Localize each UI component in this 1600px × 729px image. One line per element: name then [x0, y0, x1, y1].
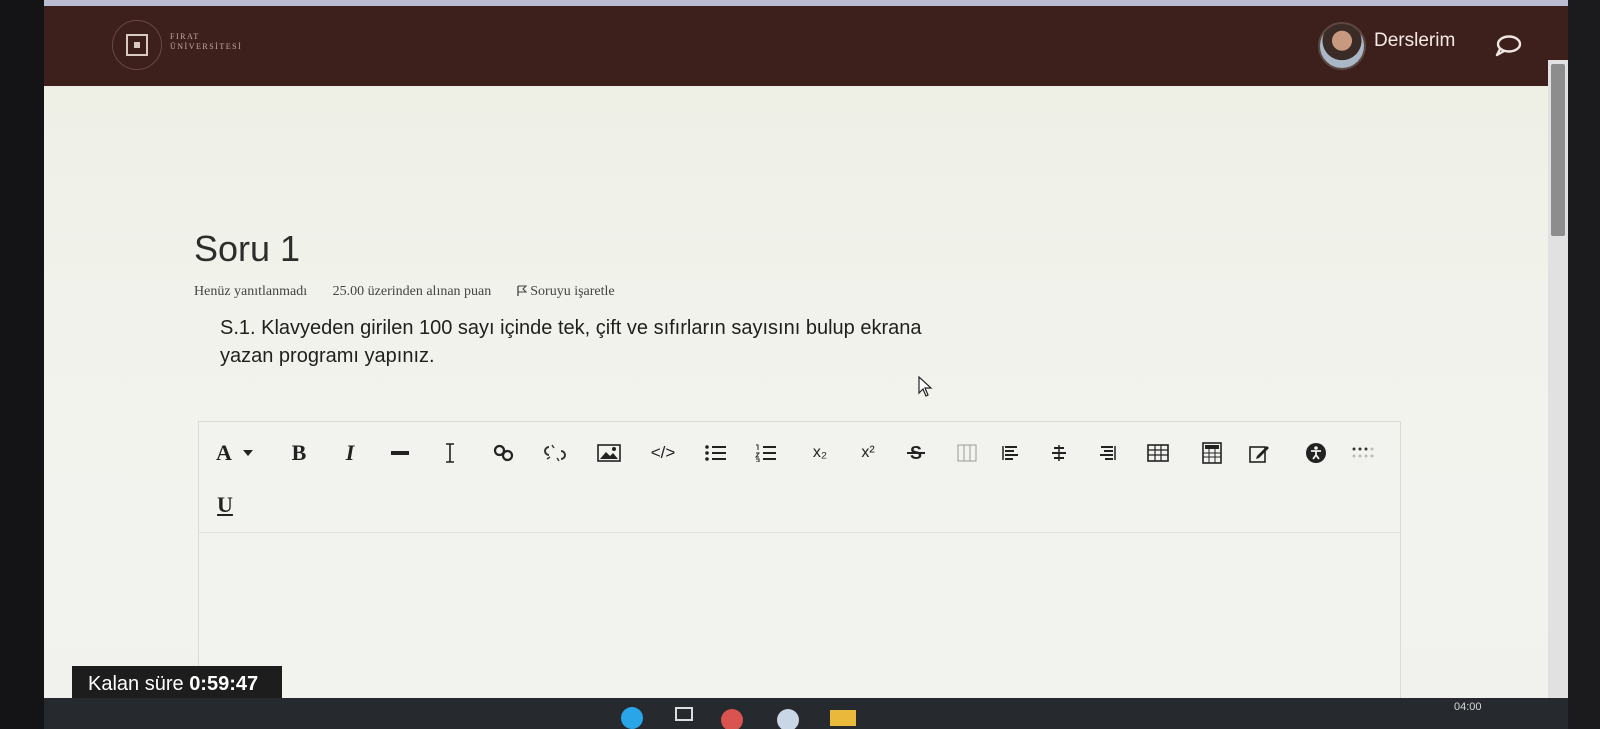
- link-icon: [493, 444, 514, 462]
- bullet-list-button[interactable]: [703, 436, 729, 470]
- numbered-list-icon: [755, 444, 776, 462]
- accessibility-icon: [1306, 443, 1326, 463]
- italic-button[interactable]: I: [339, 436, 361, 470]
- font-style-label: A: [216, 440, 232, 465]
- logo-mark-icon: [126, 34, 148, 56]
- logo-text: FIRAT ÜNİVERSİTESİ: [170, 32, 242, 52]
- answer-editor: A B I </> x₂ x² S U: [198, 421, 1401, 711]
- insert-table-button[interactable]: [1145, 436, 1171, 470]
- html-source-button[interactable]: </>: [647, 436, 679, 470]
- chat-bubble-icon[interactable]: [1494, 34, 1522, 58]
- align-center-button[interactable]: [1047, 436, 1071, 470]
- calculator-icon: [1202, 442, 1222, 464]
- text-cursor-icon: [446, 443, 454, 463]
- browser-app-icon: [621, 707, 643, 729]
- time-remaining-value: 0:59:47: [189, 673, 259, 695]
- bold-button[interactable]: B: [287, 436, 311, 470]
- subscript-button[interactable]: x₂: [807, 436, 833, 470]
- mouse-pointer-icon: [918, 376, 933, 397]
- question-info: Henüz yanıtlanmadı 25.00 üzerinden alına…: [194, 284, 659, 300]
- table-icon: [1147, 444, 1169, 462]
- align-left-icon: [1002, 446, 1018, 460]
- logo-text-line1: FIRAT: [170, 32, 200, 41]
- superscript-button[interactable]: x²: [855, 436, 881, 470]
- accessibility-checker-button[interactable]: [1303, 436, 1329, 470]
- question-text-line2: yazan programı yapınız.: [220, 345, 435, 367]
- question-title: Soru 1: [194, 228, 301, 269]
- shield-app-icon: [777, 709, 799, 729]
- unlink-icon: [544, 444, 566, 462]
- align-right-button[interactable]: [1095, 436, 1119, 470]
- editor-toolbar: A B I </> x₂ x² S U: [199, 422, 1400, 533]
- horizontal-rule-icon: [391, 451, 409, 455]
- logo-text-line2: ÜNİVERSİTESİ: [170, 42, 243, 51]
- top-navbar: FIRAT ÜNİVERSİTESİ Derslerim: [44, 6, 1579, 86]
- question-grade: 25.00 üzerinden alınan puan: [332, 284, 492, 299]
- insert-image-button[interactable]: [595, 436, 623, 470]
- dots-grid-icon: [1352, 447, 1374, 458]
- underline-button[interactable]: U: [211, 488, 239, 522]
- columns-icon: [957, 444, 977, 462]
- folder-app-icon: [830, 710, 856, 726]
- time-remaining: Kalan süre 0:59:47: [72, 666, 282, 702]
- flag-icon: [517, 285, 528, 296]
- time-remaining-label: Kalan süre: [88, 673, 184, 695]
- equation-button[interactable]: [1199, 436, 1225, 470]
- clear-format-button[interactable]: [439, 436, 461, 470]
- columns-button[interactable]: [955, 436, 979, 470]
- align-right-icon: [1100, 446, 1116, 460]
- font-style-button[interactable]: A: [211, 436, 259, 470]
- question-status: Henüz yanıtlanmadı: [194, 284, 308, 299]
- taskbar-app-icons: [621, 707, 856, 729]
- user-avatar[interactable]: [1318, 22, 1366, 70]
- unlink-button[interactable]: [541, 436, 569, 470]
- flag-question-link[interactable]: Soruyu işaretle: [517, 284, 637, 299]
- align-left-button[interactable]: [999, 436, 1023, 470]
- more-tools-button[interactable]: [1349, 436, 1379, 470]
- question-text: S.1. Klavyeden girilen 100 sayı içinde t…: [220, 314, 1080, 370]
- strikethrough-icon: S: [907, 443, 925, 463]
- strikethrough-button[interactable]: S: [903, 436, 929, 470]
- link-button[interactable]: [491, 436, 517, 470]
- flag-question-label: Soruyu işaretle: [530, 284, 615, 299]
- nav-courses-link[interactable]: Derslerim: [1374, 30, 1455, 52]
- caret-down-icon: [242, 450, 253, 456]
- monitor-bezel-right: [1568, 0, 1600, 729]
- question-text-line1: S.1. Klavyeden girilen 100 sayı içinde t…: [220, 317, 922, 339]
- chrome-app-icon: [721, 709, 743, 729]
- edit-button[interactable]: [1247, 436, 1273, 470]
- answer-text-area[interactable]: [199, 534, 1400, 710]
- university-logo[interactable]: [112, 20, 162, 70]
- os-taskbar: [44, 698, 1568, 729]
- taskbar-clock: 04:00: [1454, 701, 1482, 713]
- bullet-list-icon: [705, 445, 726, 461]
- image-icon: [597, 444, 621, 462]
- window-app-icon: [675, 707, 693, 721]
- horizontal-rule-button[interactable]: [389, 436, 411, 470]
- pencil-square-icon: [1249, 446, 1269, 463]
- align-center-icon: [1052, 445, 1066, 461]
- monitor-bezel: [0, 0, 44, 729]
- numbered-list-button[interactable]: [753, 436, 779, 470]
- scrollbar-thumb[interactable]: [1551, 64, 1565, 236]
